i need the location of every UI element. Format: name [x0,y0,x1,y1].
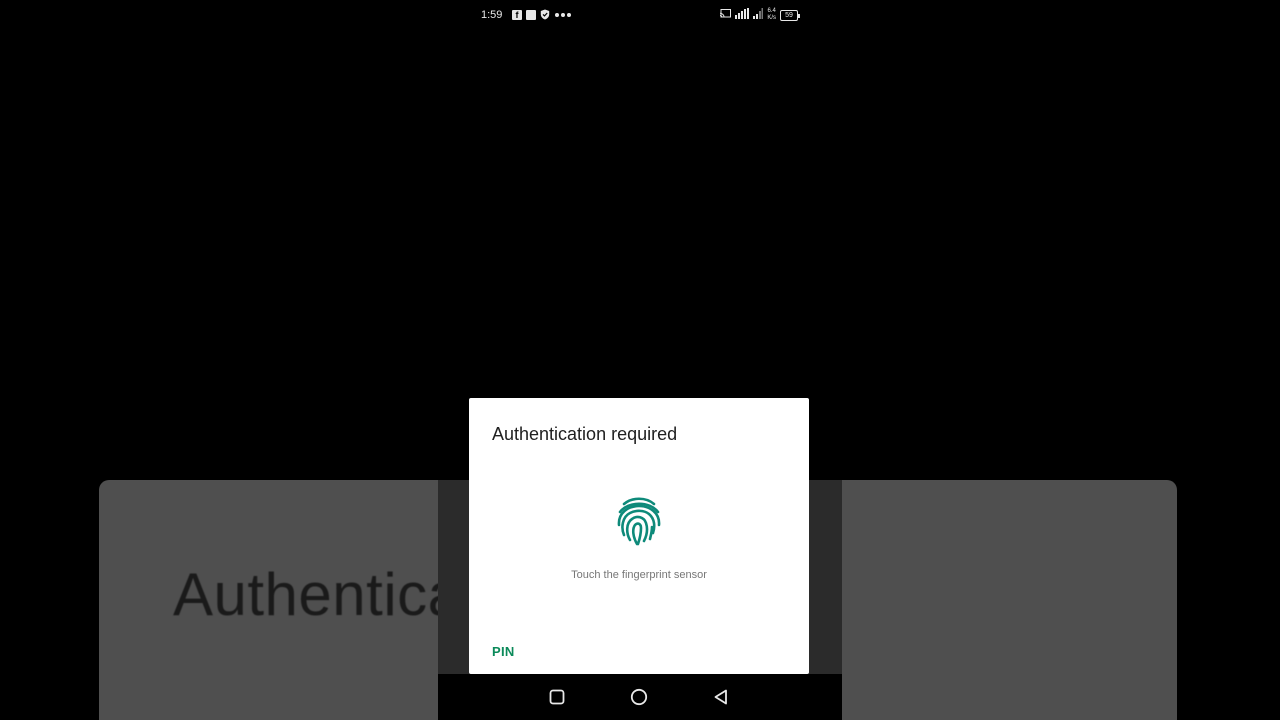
system-status-icons: 6.4 K/s 59 [720,8,800,22]
network-speed: 6.4 K/s [767,8,776,21]
recent-apps-icon[interactable] [548,688,566,706]
gallery-icon [526,9,536,20]
back-icon[interactable] [712,688,730,706]
screen: Authentica 1:59 f 6.4 K/s 59 Authenticat… [0,0,1280,720]
signal-4g-icon [735,8,750,22]
fingerprint-hint: Touch the fingerprint sensor [571,569,707,581]
facebook-icon: f [512,9,522,20]
pin-button[interactable]: PIN [492,644,515,659]
status-bar: 1:59 f 6.4 K/s 59 [470,6,810,24]
shield-icon [540,9,550,20]
notification-icons: f [512,9,572,20]
navigation-bar [438,674,842,720]
authentication-dialog: Authentication required Touch the finger… [469,398,809,674]
fingerprint-icon [616,495,662,547]
status-time: 1:59 [481,9,503,21]
signal-icon [753,8,764,22]
more-notifications-icon [554,12,572,18]
dialog-title: Authentication required [492,424,678,444]
cast-icon [720,9,732,21]
home-icon[interactable] [630,688,648,706]
background-title: Authentica [173,561,462,628]
battery-icon: 59 [780,9,800,21]
